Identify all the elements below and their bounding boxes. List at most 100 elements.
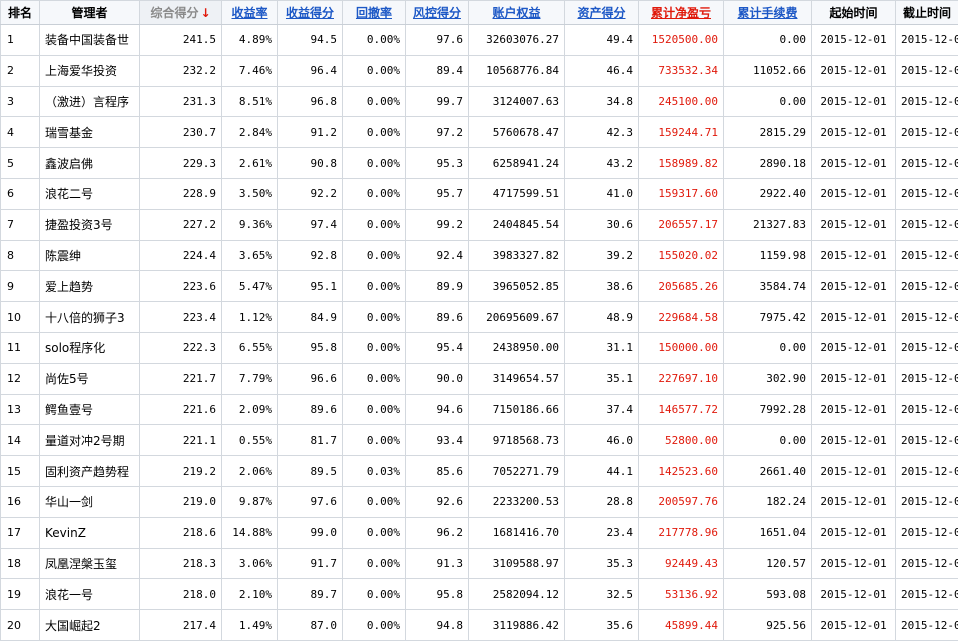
drawdown-cell: 0.00% [342,331,406,364]
risk-score-cell: 99.2 [405,208,469,241]
rank-cell: 7 [0,208,40,241]
rank-cell: 8 [0,239,40,272]
rank-cell: 2 [0,54,40,87]
start-time-cell: 2015-12-01 [811,516,896,549]
manager-cell: 瑞雪基金 [39,116,140,149]
cum-fee-cell: 7992.28 [723,393,812,426]
rank-cell: 10 [0,301,40,333]
asset-score-cell: 23.4 [564,516,639,549]
header-drawdown[interactable]: 回撤率 [342,0,406,25]
equity-cell: 7150186.66 [468,393,565,426]
header-cum-fee[interactable]: 累计手续费 [723,0,812,25]
table-row: 7 捷盈投资3号 227.2 9.36% 97.4 0.00% 99.2 2404845.54… [0,208,958,241]
return-score-cell: 97.6 [277,485,343,518]
return-rate-cell: 14.88% [221,516,278,549]
drawdown-cell: 0.00% [342,177,406,210]
end-time-cell: 2015-12-02 [895,393,958,426]
manager-cell: KevinZ [39,516,140,549]
manager-cell: 鑫波启佛 [39,147,140,179]
cum-fee-cell: 21327.83 [723,208,812,241]
drawdown-cell: 0.03% [342,455,406,487]
cum-profit-cell: 205685.26 [638,270,724,303]
return-rate-cell: 5.47% [221,270,278,303]
asset-score-cell: 34.8 [564,85,639,118]
drawdown-cell: 0.00% [342,301,406,333]
header-return-score[interactable]: 收益得分 [277,0,343,25]
end-time-cell: 2015-12-02 [895,547,958,580]
return-rate-cell: 9.87% [221,485,278,518]
risk-score-cell: 95.8 [405,578,469,611]
equity-cell: 3149654.57 [468,362,565,395]
header-asset-score[interactable]: 资产得分 [564,0,639,25]
manager-cell: 上海爱华投资 [39,54,140,87]
total-score-cell: 224.4 [139,239,222,272]
return-rate-cell: 1.49% [221,609,278,641]
header-total-score[interactable]: 综合得分 ↓ [139,0,222,25]
return-score-cell: 87.0 [277,609,343,641]
equity-cell: 3965052.85 [468,270,565,303]
header-risk-score[interactable]: 风控得分 [405,0,469,25]
asset-score-cell: 31.1 [564,331,639,364]
end-time-cell: 2015-12-02 [895,485,958,518]
drawdown-cell: 0.00% [342,24,406,56]
return-score-cell: 95.1 [277,270,343,303]
total-score-cell: 223.6 [139,270,222,303]
table-row: 5 鑫波启佛 229.3 2.61% 90.8 0.00% 95.3 6258941.24 43… [0,147,958,179]
return-score-cell: 84.9 [277,301,343,333]
return-score-cell: 94.5 [277,24,343,56]
manager-cell: 爱上趋势 [39,270,140,303]
equity-cell: 3109588.97 [468,547,565,580]
end-time-cell: 2015-12-02 [895,455,958,487]
total-score-cell: 221.7 [139,362,222,395]
table-row: 8 陈震绅 224.4 3.65% 92.8 0.00% 92.4 3983327.82 39.… [0,239,958,272]
risk-score-cell: 91.3 [405,547,469,580]
cum-fee-cell: 925.56 [723,609,812,641]
risk-score-cell: 96.2 [405,516,469,549]
manager-cell: 浪花二号 [39,177,140,210]
start-time-cell: 2015-12-01 [811,301,896,333]
return-score-cell: 89.6 [277,393,343,426]
end-time-cell: 2015-12-02 [895,239,958,272]
asset-score-cell: 48.9 [564,301,639,333]
asset-score-cell: 30.6 [564,208,639,241]
cum-profit-cell: 733532.34 [638,54,724,87]
drawdown-cell: 0.00% [342,85,406,118]
equity-cell: 2438950.00 [468,331,565,364]
header-equity[interactable]: 账户权益 [468,0,565,25]
equity-cell: 3983327.82 [468,239,565,272]
end-time-cell: 2015-12-02 [895,362,958,395]
cum-profit-cell: 200597.76 [638,485,724,518]
header-cum-profit[interactable]: 累计净盈亏 [638,0,724,25]
asset-score-cell: 49.4 [564,24,639,56]
risk-score-cell: 99.7 [405,85,469,118]
return-score-cell: 99.0 [277,516,343,549]
equity-cell: 32603076.27 [468,24,565,56]
return-score-cell: 90.8 [277,147,343,179]
sort-down-arrow-icon: ↓ [200,6,211,20]
table-row: 16 华山一剑 219.0 9.87% 97.6 0.00% 92.6 2233200.53 2… [0,485,958,518]
total-score-cell: 219.2 [139,455,222,487]
table-row: 10 十八倍的狮子3 223.4 1.12% 84.9 0.00% 89.6 20695609… [0,301,958,333]
cum-fee-cell: 2890.18 [723,147,812,179]
asset-score-cell: 43.2 [564,147,639,179]
header-return-rate[interactable]: 收益率 [221,0,278,25]
manager-cell: 量道对冲2号期 [39,424,140,457]
total-score-cell: 232.2 [139,54,222,87]
table-row: 2 上海爱华投资 232.2 7.46% 96.4 0.00% 89.4 10568776.8… [0,54,958,87]
manager-cell: 固利资产趋势程 [39,455,140,487]
total-score-cell: 228.9 [139,177,222,210]
end-time-cell: 2015-12-02 [895,516,958,549]
table-row: 17 KevinZ 218.6 14.88% 99.0 0.00% 96.2 1681416.… [0,516,958,549]
table-row: 13 鳄鱼壹号 221.6 2.09% 89.6 0.00% 94.6 7150186.66 3… [0,393,958,426]
return-rate-cell: 2.09% [221,393,278,426]
equity-cell: 6258941.24 [468,147,565,179]
total-score-cell: 219.0 [139,485,222,518]
total-score-cell: 227.2 [139,208,222,241]
table-row: 3 （激进）言程序 231.3 8.51% 96.8 0.00% 99.7 3124007.6… [0,85,958,118]
cum-fee-cell: 120.57 [723,547,812,580]
cum-fee-cell: 7975.42 [723,301,812,333]
cum-fee-cell: 2815.29 [723,116,812,149]
drawdown-cell: 0.00% [342,609,406,641]
cum-profit-cell: 245100.00 [638,85,724,118]
rank-cell: 1 [0,24,40,56]
